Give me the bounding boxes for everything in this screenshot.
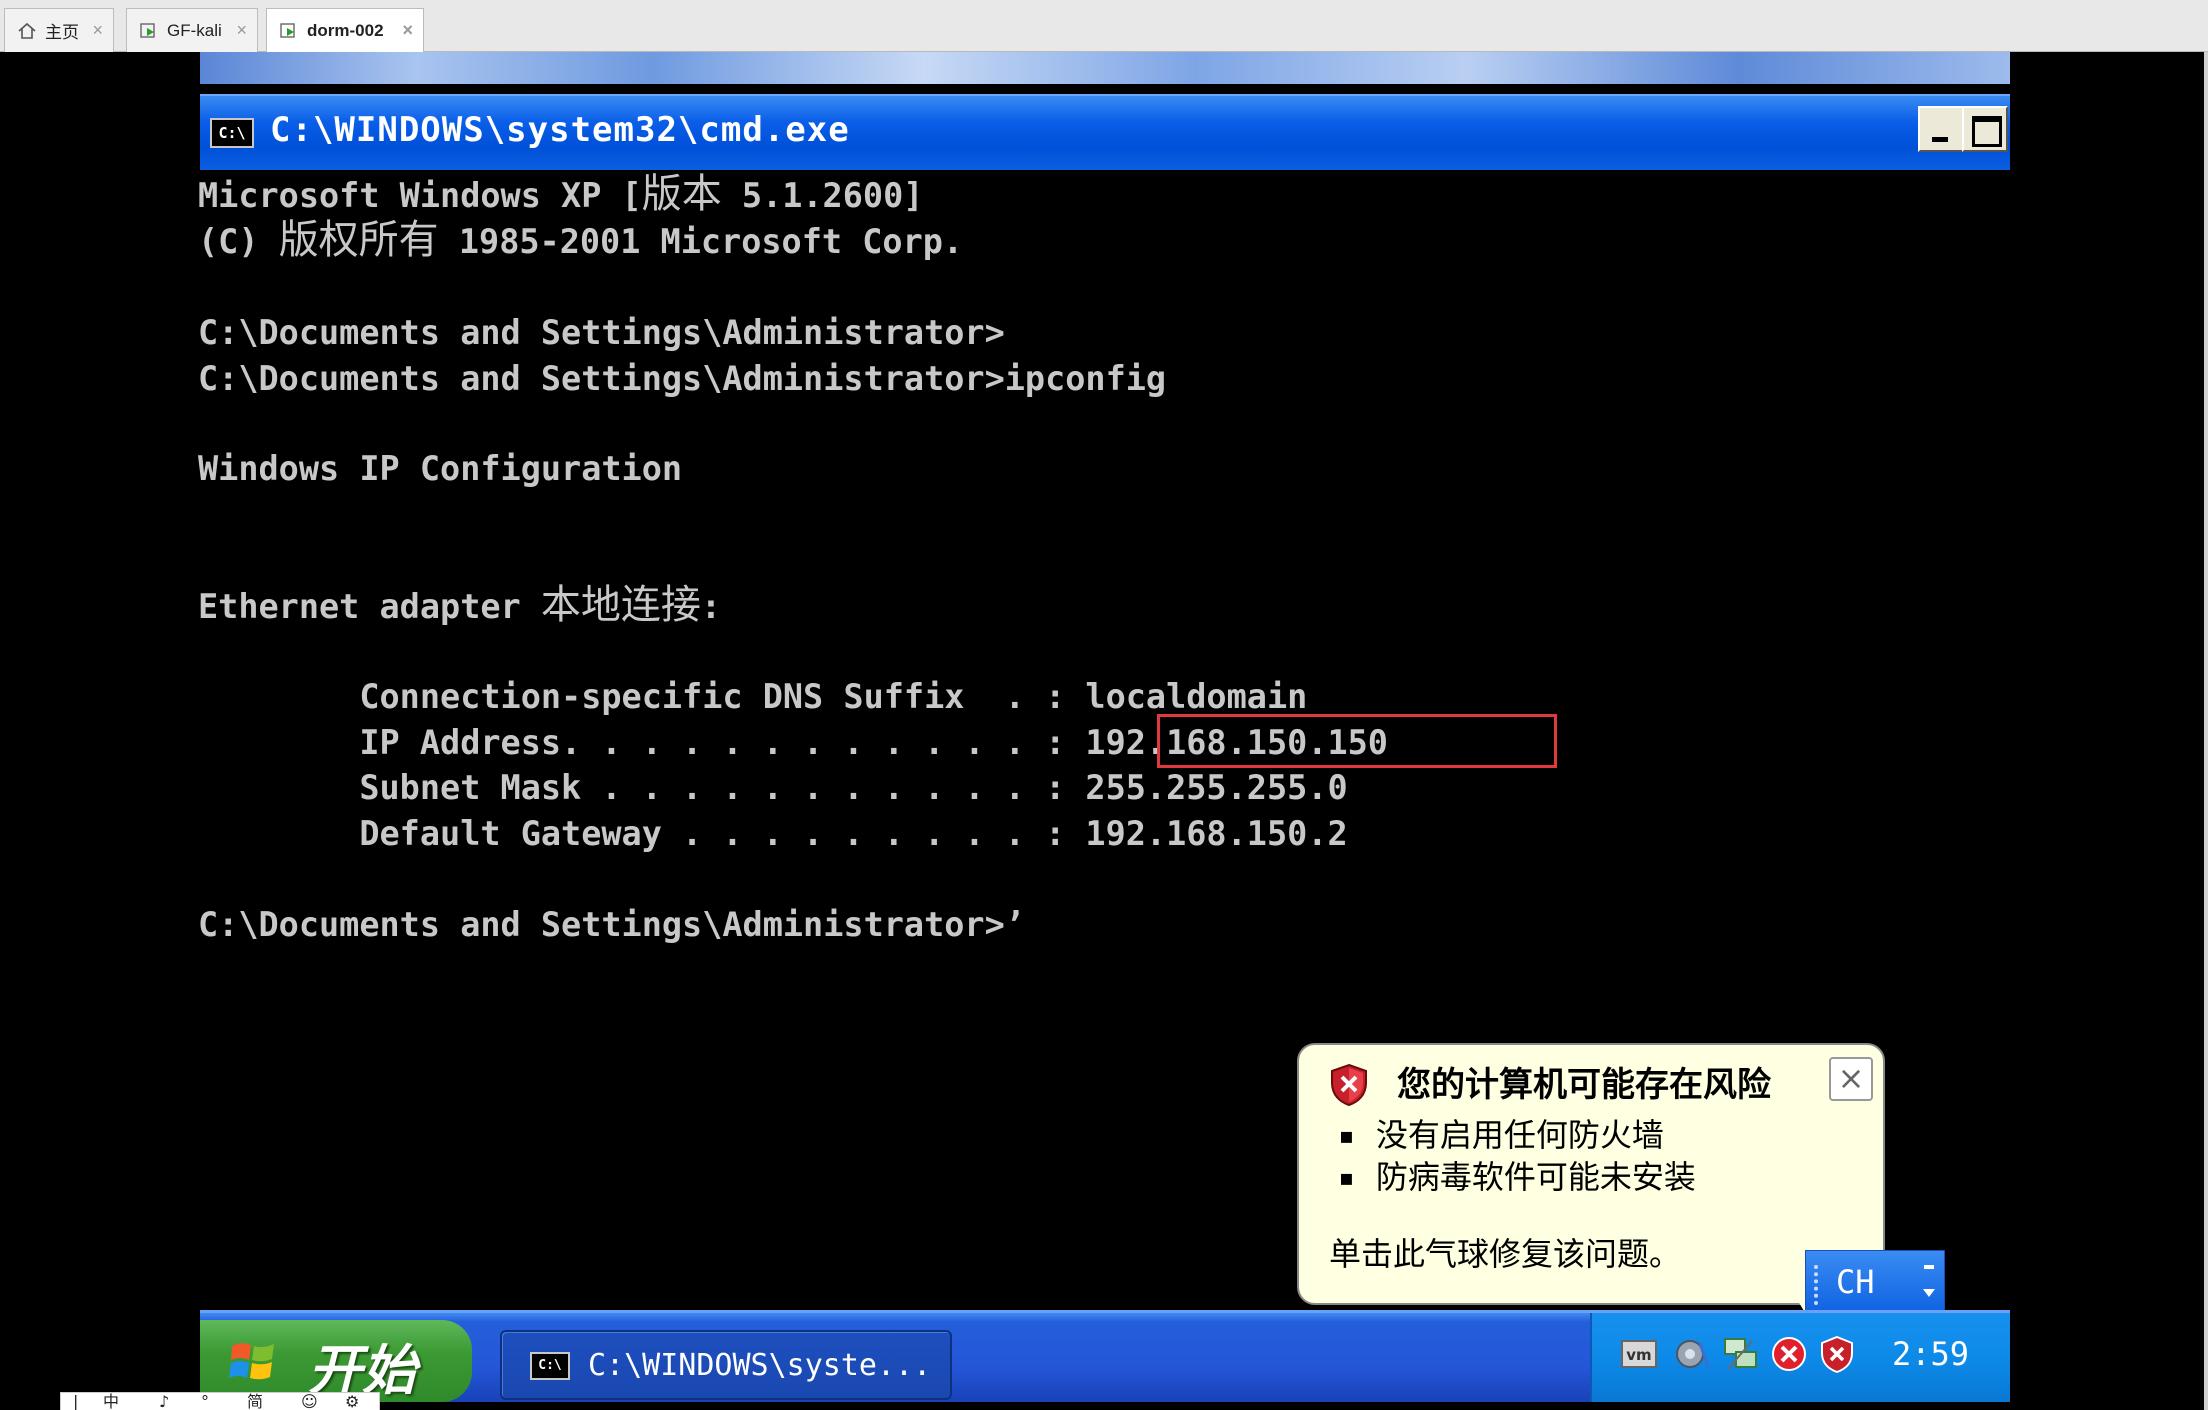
tab-gf-kali-close-icon[interactable]: × [236, 21, 247, 39]
tab-home-close-icon[interactable]: × [92, 21, 103, 39]
balloon-issue-firewall: 没有启用任何防火墙 [1339, 1115, 1696, 1157]
ime-emoji-button[interactable]: ☺ [301, 1393, 318, 1410]
windows-flag-icon [229, 1343, 274, 1380]
cmd-line-prompt: C:\Documents and Settings\Administrator> [198, 313, 1005, 353]
tab-dorm-002[interactable]: dorm-002 × [266, 8, 424, 53]
vm-running-icon [280, 23, 295, 38]
language-menu-arrows-icon[interactable] [1918, 1259, 1940, 1311]
cmd-icon[interactable]: C:\ [210, 118, 254, 148]
language-bar-grip[interactable] [1814, 1265, 1818, 1305]
ip-address-highlight [1157, 714, 1557, 768]
maximize-button[interactable] [1962, 106, 2008, 152]
system-clock[interactable]: 2:59 [1892, 1335, 1969, 1373]
balloon-issue-list: 没有启用任何防火墙 防病毒软件可能未安装 [1339, 1115, 1696, 1199]
cmd-line-final-prompt: C:\Documents and Settings\Administrator>… [198, 904, 1025, 944]
language-label: CH [1836, 1263, 1875, 1301]
balloon-close-icon[interactable]: × [1829, 1057, 1873, 1101]
error-icon[interactable] [1770, 1335, 1808, 1373]
balloon-issue-antivirus: 防病毒软件可能未安装 [1339, 1157, 1696, 1199]
cmd-line-adapter: Ethernet adapter 本地连接: [198, 581, 722, 628]
cmd-line-subnet-mask: Subnet Mask . . . . . . . . . . . : 255.… [198, 768, 1348, 808]
cmd-line-ip-config-header: Windows IP Configuration [198, 449, 683, 489]
cmd-line-default-gateway: Default Gateway . . . . . . . . . : 192.… [198, 813, 1348, 853]
cmd-output: Microsoft Windows XP [版本 5.1.2600] (C) 版权… [198, 171, 2008, 947]
security-balloon[interactable]: 您的计算机可能存在风险 × 没有启用任何防火墙 防病毒软件可能未安装 单击此气球… [1297, 1043, 1885, 1305]
vmware-tools-label: vm [1626, 1346, 1651, 1364]
tab-gf-kali[interactable]: GF-kali × [126, 8, 258, 52]
tab-dorm-002-label: dorm-002 [307, 21, 384, 40]
tab-dorm-002-close-icon[interactable]: × [402, 21, 413, 39]
network-icon[interactable] [1722, 1335, 1760, 1373]
xp-desktop-wallpaper [200, 52, 2010, 84]
minimize-button[interactable] [1918, 106, 1964, 152]
tab-home[interactable]: 主页 × [4, 8, 114, 52]
tab-home-label: 主页 [45, 23, 79, 42]
host-ime-toolbar: | 中 ♪ ° 简 ☺ ⚙ [60, 1392, 380, 1410]
vm-display-border [2204, 52, 2208, 1410]
vm-running-icon [140, 22, 155, 38]
cmd-line-version: Microsoft Windows XP [版本 5.1.2600] [198, 171, 924, 217]
ime-simplified-button[interactable]: 简 [247, 1393, 263, 1410]
ime-fullwidth-button[interactable]: ° [201, 1393, 209, 1410]
taskbar-item-label: C:\WINDOWS\syste... [588, 1348, 932, 1383]
balloon-message: 单击此气球修复该问题。 [1329, 1235, 1682, 1273]
ime-toolbar-grip[interactable]: | [73, 1393, 78, 1410]
cmd-line-ip-address: IP Address. . . . . . . . . . . . : 192.… [198, 722, 1388, 762]
cmd-icon: C:\ [530, 1352, 570, 1380]
tab-gf-kali-label: GF-kali [167, 20, 222, 40]
balloon-title: 您的计算机可能存在风险 [1397, 1065, 1771, 1105]
home-icon [18, 22, 36, 39]
start-button[interactable]: 开始 [200, 1320, 472, 1402]
ime-punct-button[interactable]: ♪ [159, 1393, 169, 1410]
volume-icon[interactable] [1674, 1335, 1712, 1373]
security-alert-icon[interactable] [1818, 1335, 1856, 1373]
cmd-line-copyright: (C) 版权所有 1985-2001 Microsoft Corp. [198, 217, 964, 264]
security-shield-icon [1331, 1063, 1367, 1107]
cmd-line-dns-suffix: Connection-specific DNS Suffix . : local… [198, 677, 1308, 717]
cmd-window-title: C:\WINDOWS\system32\cmd.exe [270, 110, 850, 150]
ime-mode-button[interactable]: 中 [103, 1393, 119, 1410]
cmd-line-ipconfig: C:\Documents and Settings\Administrator>… [198, 358, 1167, 398]
taskbar-item-cmd[interactable]: C:\ C:\WINDOWS\syste... [500, 1330, 952, 1400]
ime-settings-icon[interactable]: ⚙ [345, 1393, 359, 1410]
vmware-tools-icon[interactable]: vm [1620, 1335, 1658, 1373]
cmd-window-titlebar[interactable]: C:\ C:\WINDOWS\system32\cmd.exe [200, 94, 2010, 170]
system-tray: vm 2:59 [1590, 1313, 2010, 1402]
host-tab-bar: 主页 × GF-kali × dorm-002 × [0, 0, 2208, 53]
